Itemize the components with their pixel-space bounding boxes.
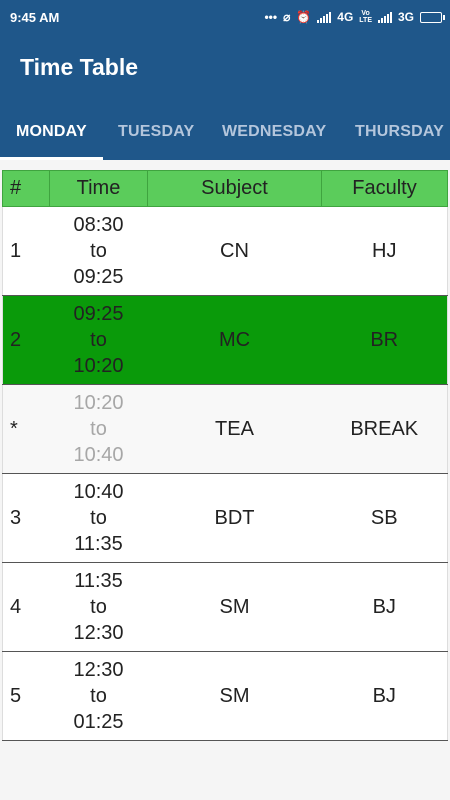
time-from: 08:30 — [73, 214, 124, 236]
network-type-label: 4G — [337, 10, 354, 24]
time-sep: to — [90, 685, 107, 707]
mute-icon: ⌀ — [283, 10, 291, 24]
time-to: 12:30 — [73, 622, 124, 644]
tab-monday[interactable]: MONDAY — [16, 119, 87, 160]
period-number: 4 — [10, 595, 22, 618]
period-time: 10:40 to 11:35 — [50, 474, 148, 563]
tab-thursday[interactable]: THURSDAY — [355, 119, 444, 160]
period-number: 2 — [10, 328, 22, 351]
signal-icon — [317, 11, 332, 23]
time-sep: to — [90, 507, 107, 529]
tab-wednesday[interactable]: WEDNESDAY — [222, 119, 326, 160]
faculty-cell: SB — [370, 506, 398, 529]
period-time: 10:20 to 10:40 — [50, 385, 148, 474]
subject-cell: MC — [218, 328, 251, 351]
time-to: 09:25 — [73, 266, 124, 288]
status-icons: ••• ⌀ ⏰ 4G Vo LTE 3G — [264, 10, 445, 24]
day-tabs: MONDAY TUESDAY WEDNESDAY THURSDAY — [0, 119, 450, 160]
time-from: 10:40 — [73, 481, 124, 503]
header-number: # — [2, 170, 50, 207]
table-row[interactable]: 4 11:35 to 12:30 SM BJ — [2, 562, 448, 652]
app-title: Time Table — [20, 54, 139, 80]
table-row[interactable]: 3 10:40 to 11:35 BDT SB — [2, 473, 448, 563]
faculty-cell: BJ — [372, 684, 396, 707]
subject-cell: BDT — [214, 506, 255, 529]
subject-cell: CN — [220, 239, 249, 262]
faculty-cell: BREAK — [350, 417, 419, 440]
volte-icon: Vo LTE — [359, 10, 372, 24]
signal-icon-2 — [377, 11, 392, 23]
time-to: 10:40 — [73, 444, 124, 466]
timetable: # Time Subject Faculty 1 08:30 to 09:25 CN… — [2, 170, 448, 741]
time-sep: to — [90, 240, 107, 262]
period-number: 5 — [10, 684, 22, 707]
faculty-cell: BR — [370, 328, 399, 351]
status-bar: 9:45 AM ••• ⌀ ⏰ 4G Vo LTE 3G — [0, 0, 450, 34]
time-sep: to — [90, 329, 107, 351]
table-row-break[interactable]: * 10:20 to 10:40 TEA BREAK — [2, 384, 448, 474]
period-time: 12:30 to 01:25 — [50, 652, 148, 741]
period-number: 1 — [10, 239, 22, 262]
app-bar: Time Table MONDAY TUESDAY WEDNESDAY THUR… — [0, 34, 450, 160]
faculty-cell: HJ — [372, 239, 397, 262]
time-from: 12:30 — [73, 659, 124, 681]
header-subject: Subject — [147, 170, 322, 207]
time-to: 01:25 — [73, 711, 124, 733]
faculty-cell: BJ — [372, 595, 396, 618]
more-notifications-icon: ••• — [264, 10, 278, 24]
period-number: * — [10, 417, 18, 440]
alarm-icon: ⏰ — [296, 10, 312, 24]
tab-indicator — [0, 157, 103, 160]
table-row-current[interactable]: 2 09:25 to 10:20 MC BR — [2, 295, 448, 385]
time-sep: to — [90, 596, 107, 618]
subject-cell: SM — [219, 684, 250, 707]
period-time: 09:25 to 10:20 — [50, 296, 148, 385]
time-from: 09:25 — [73, 303, 124, 325]
battery-icon — [420, 11, 445, 23]
status-time: 9:45 AM — [10, 9, 60, 25]
period-number: 3 — [10, 506, 22, 529]
time-sep: to — [90, 418, 107, 440]
time-to: 11:35 — [74, 533, 123, 555]
header-time: Time — [49, 170, 148, 207]
network-type-label-2: 3G — [397, 10, 414, 24]
period-time: 11:35 to 12:30 — [50, 563, 148, 652]
header-faculty: Faculty — [321, 170, 448, 207]
period-time: 08:30 to 09:25 — [50, 207, 148, 296]
table-row[interactable]: 1 08:30 to 09:25 CN HJ — [2, 206, 448, 296]
subject-cell: TEA — [215, 417, 254, 440]
tab-tuesday[interactable]: TUESDAY — [118, 119, 194, 160]
time-from: 10:20 — [73, 392, 124, 414]
table-header-row: # Time Subject Faculty — [2, 170, 448, 207]
time-from: 11:35 — [74, 570, 123, 592]
subject-cell: SM — [219, 595, 250, 618]
table-row[interactable]: 5 12:30 to 01:25 SM BJ — [2, 651, 448, 741]
time-to: 10:20 — [73, 355, 124, 377]
